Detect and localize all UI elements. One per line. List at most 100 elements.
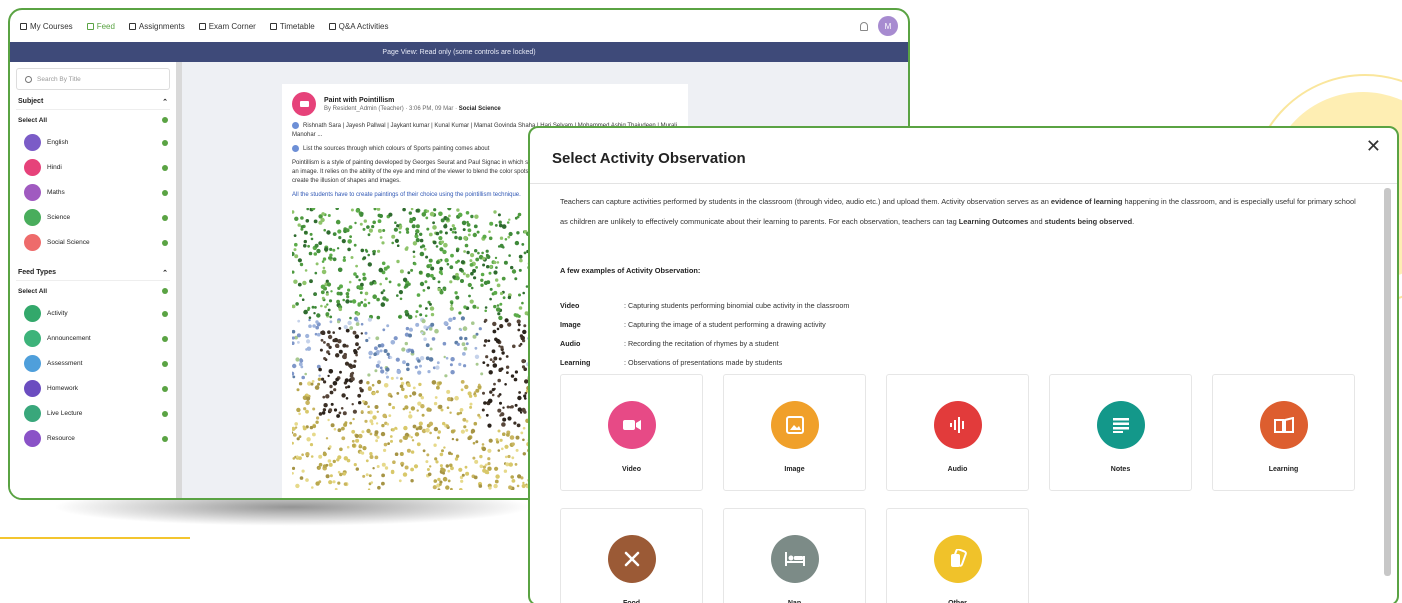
example-key: Video xyxy=(560,301,580,310)
subject-label: Hindi xyxy=(47,164,62,171)
outcome-icon xyxy=(292,145,299,153)
subject-label: Maths xyxy=(47,189,65,196)
modal-divider xyxy=(530,183,1397,184)
subject-header[interactable]: Subject ⌃ xyxy=(16,94,170,110)
check-icon xyxy=(162,410,168,417)
close-icon[interactable]: ✕ xyxy=(1366,136,1381,157)
example-row: Audio: Recording the recitation of rhyme… xyxy=(560,334,849,353)
post-header: Paint with Pointillism By Resident_Admin… xyxy=(292,92,678,116)
food-icon xyxy=(607,535,656,583)
example-row: Video : Capturing students performing bin… xyxy=(560,296,849,315)
audio-icon xyxy=(933,401,982,449)
post-title[interactable]: Paint with Pointillism xyxy=(324,97,501,104)
feed-type-icon xyxy=(24,355,41,372)
feed-type-label: Homework xyxy=(47,385,79,392)
subject-icon xyxy=(24,234,41,251)
activity-tile-learning[interactable]: Learning xyxy=(1212,374,1355,491)
example-value: : Capturing students performing binomial… xyxy=(624,301,850,310)
subject-icon xyxy=(24,184,41,201)
feed-type-assessment[interactable]: Assessment xyxy=(16,351,170,376)
nav-feed[interactable]: Feed xyxy=(86,22,115,31)
students-icon xyxy=(292,122,299,129)
feed-type-icon xyxy=(24,405,41,422)
exam-icon xyxy=(198,22,206,30)
sidebar-scrollbar[interactable] xyxy=(176,62,182,498)
example-value: : Capturing the image of a student perfo… xyxy=(624,320,826,329)
feed-type-label: Activity xyxy=(47,310,68,317)
nav-exam-corner[interactable]: Exam Corner xyxy=(198,22,256,31)
nav-qa-activities[interactable]: Q&A Activities xyxy=(328,22,388,31)
check-icon xyxy=(162,214,168,221)
subject-science[interactable]: Science xyxy=(16,205,170,230)
activity-tile-food[interactable]: Food xyxy=(560,508,703,603)
feed-type-homework[interactable]: Homework xyxy=(16,376,170,401)
feed-type-icon xyxy=(24,430,41,447)
feed-type-activity[interactable]: Activity xyxy=(16,301,170,326)
feed-type-label: Announcement xyxy=(47,335,91,342)
check-icon xyxy=(162,164,168,171)
activity-tile-video[interactable]: Video xyxy=(560,374,703,491)
modal-scrollbar[interactable] xyxy=(1384,188,1391,576)
modal-title: Select Activity Observation xyxy=(552,150,746,167)
feed-type-label: Resource xyxy=(47,435,75,442)
activity-tile-nap[interactable]: Nap xyxy=(723,508,866,603)
top-navigation: My Courses Feed Assignments Exam Corner … xyxy=(10,10,908,42)
avatar[interactable]: M xyxy=(878,16,898,36)
feed-select-all[interactable]: Select All xyxy=(16,281,170,301)
assignments-icon xyxy=(128,22,136,30)
activity-icon xyxy=(292,92,316,116)
search-placeholder: Search By Title xyxy=(37,75,81,83)
video-icon xyxy=(607,401,656,449)
activity-tile-label: Learning xyxy=(1268,466,1299,473)
check-icon xyxy=(162,189,168,196)
feed-type-live-lecture[interactable]: Live Lecture xyxy=(16,401,170,426)
subject-label: English xyxy=(47,139,69,146)
example-row: Image: Capturing the image of a student … xyxy=(560,315,849,334)
subject-maths[interactable]: Maths xyxy=(16,180,170,205)
activity-tile-image[interactable]: Image xyxy=(723,374,866,491)
subject-label: Social Science xyxy=(47,239,90,246)
check-icon xyxy=(162,117,168,123)
image-icon xyxy=(770,401,819,449)
courses-icon xyxy=(20,22,27,30)
feed-type-list: Activity Announcement Assessment Homework Li… xyxy=(16,301,170,451)
check-icon xyxy=(162,310,168,317)
subject-hindi[interactable]: Hindi xyxy=(16,155,170,180)
check-icon xyxy=(162,360,168,367)
feed-type-icon xyxy=(24,330,41,347)
painting-svg xyxy=(292,208,554,491)
subject-list: English Hindi Maths Science Social Science xyxy=(16,130,170,255)
timetable-icon xyxy=(269,22,277,30)
feed-type-announcement[interactable]: Announcement xyxy=(16,326,170,351)
subject-english[interactable]: English xyxy=(16,130,170,155)
subject-icon xyxy=(24,159,41,176)
feed-icon xyxy=(86,22,94,30)
nav-my-courses[interactable]: My Courses xyxy=(20,22,73,31)
check-icon xyxy=(162,288,168,294)
activity-tile-label: Notes xyxy=(1110,466,1131,473)
activity-tile-label: Image xyxy=(784,466,805,473)
search-input[interactable]: Search By Title xyxy=(16,68,170,90)
activity-tile-notes[interactable]: Notes xyxy=(1049,374,1192,491)
select-activity-modal: Select Activity Observation ✕ Teachers c… xyxy=(528,126,1399,603)
nav-timetable[interactable]: Timetable xyxy=(269,22,315,31)
bell-icon[interactable] xyxy=(860,21,868,31)
filter-sidebar: Search By Title Subject ⌃ Select All Engl… xyxy=(10,62,176,498)
other-icon xyxy=(933,535,982,583)
subject-social-science[interactable]: Social Science xyxy=(16,230,170,255)
subject-select-all[interactable]: Select All xyxy=(16,110,170,130)
feed-type-resource[interactable]: Resource xyxy=(16,426,170,451)
nav-assignments[interactable]: Assignments xyxy=(128,22,185,31)
example-key: Learning xyxy=(560,358,591,367)
examples-list: Video : Capturing students performing bin… xyxy=(560,296,849,372)
check-icon xyxy=(162,385,168,392)
example-row: Learning: Observations of presentations … xyxy=(560,353,849,372)
feed-types-header[interactable]: Feed Types ⌃ xyxy=(16,265,170,281)
example-key: Audio xyxy=(560,339,581,348)
chevron-up-icon: ⌃ xyxy=(162,269,168,277)
activity-tile-audio[interactable]: Audio xyxy=(886,374,1029,491)
activity-tile-other[interactable]: Other xyxy=(886,508,1029,603)
pointillism-painting-image xyxy=(292,208,554,491)
subject-icon xyxy=(24,134,41,151)
check-icon xyxy=(162,239,168,246)
